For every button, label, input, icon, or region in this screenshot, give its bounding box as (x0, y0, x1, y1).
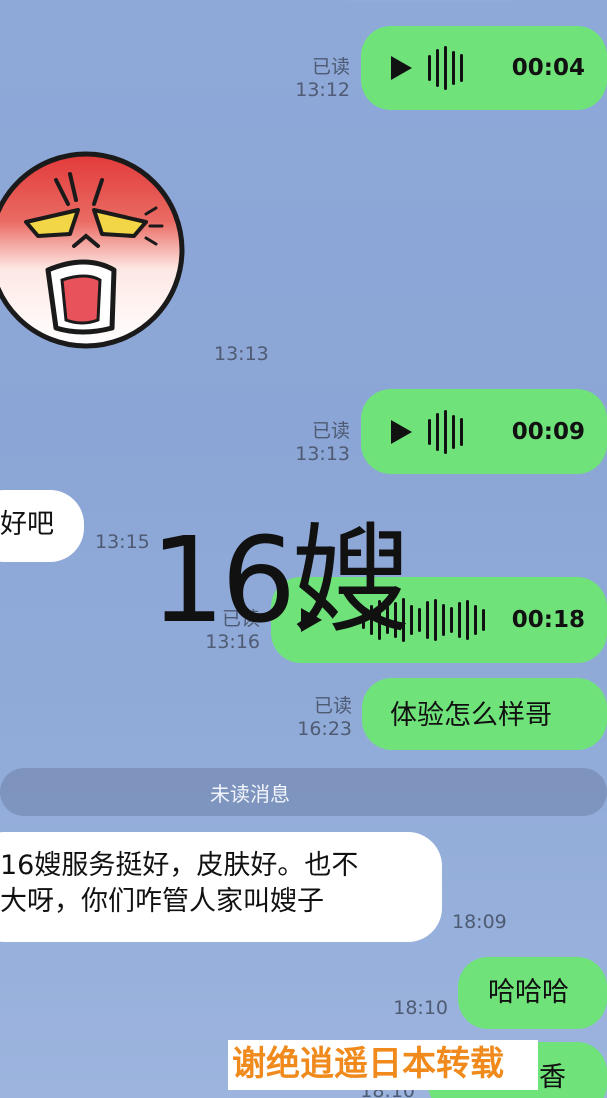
read-status: 已读 13:12 (270, 56, 350, 102)
voice-duration: 00:18 (511, 607, 585, 633)
message-time: 18:10 (393, 997, 448, 1019)
read-status: 已读 13:13 (270, 420, 350, 466)
message-text: 哈哈哈 (488, 977, 569, 1008)
outgoing-message[interactable]: 哈哈哈 (458, 957, 607, 1029)
message-time: 13:13 (214, 343, 269, 365)
voice-duration: 00:09 (511, 418, 585, 445)
voice-message[interactable]: 00:04 (361, 26, 607, 110)
message-time: 13:15 (95, 531, 150, 553)
outgoing-message[interactable]: 体验怎么样哥 (362, 678, 607, 750)
message-text-line: 16嫂服务挺好，皮肤好。也不 (0, 850, 359, 881)
voice-message[interactable]: 00:09 (361, 389, 607, 474)
incoming-message[interactable]: 好吧 (0, 490, 84, 562)
watermark-text: 谢绝逍遥日本转载 (228, 1040, 538, 1090)
message-text: 体验怎么样哥 (390, 700, 552, 731)
message-time: 13:13 (295, 443, 350, 465)
message-text-line: 大呀，你们咋管人家叫嫂子 (0, 886, 324, 917)
waveform-icon (428, 46, 463, 90)
overlay-caption: 16嫂 (150, 511, 410, 649)
play-icon[interactable] (391, 56, 412, 80)
angry-face-sticker[interactable] (0, 150, 186, 360)
message-text: 好吧 (0, 509, 54, 540)
unread-divider-label: 未读消息 (210, 782, 290, 806)
message-time: 13:12 (295, 79, 350, 101)
play-icon[interactable] (391, 419, 412, 444)
message-time: 16:23 (297, 718, 352, 740)
read-status: 已读 16:23 (270, 695, 352, 741)
waveform-icon (428, 409, 463, 454)
partial-top-bubble (330, 0, 530, 2)
incoming-message[interactable]: 16嫂服务挺好，皮肤好。也不 大呀，你们咋管人家叫嫂子 (0, 832, 442, 942)
message-time: 18:09 (452, 911, 507, 933)
voice-duration: 00:04 (511, 55, 585, 81)
